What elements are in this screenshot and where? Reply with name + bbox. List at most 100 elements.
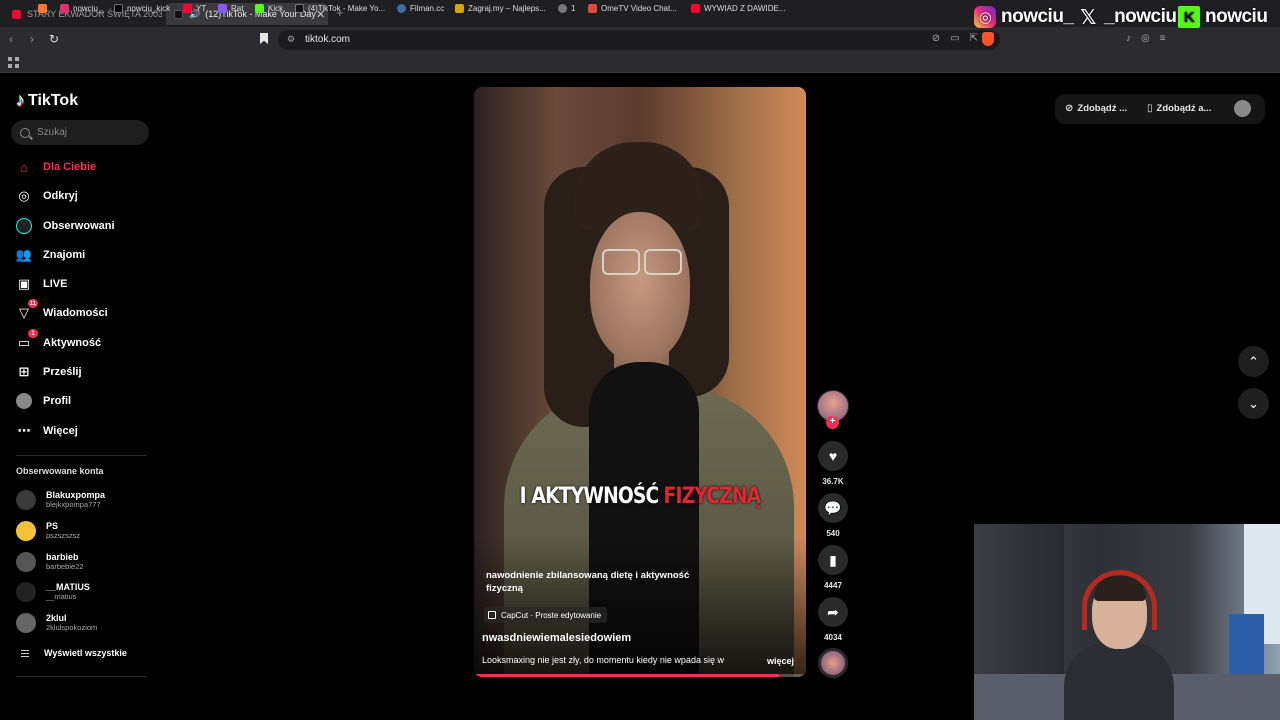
bookmark-page-icon[interactable]	[260, 33, 268, 44]
nav-profile[interactable]: Profil	[16, 390, 156, 412]
bookmark-item[interactable]: OmeTV Video Chat...	[588, 4, 677, 13]
sound-disc[interactable]	[818, 648, 848, 678]
live-icon: ▣	[17, 276, 31, 291]
apps-grid-icon[interactable]	[8, 57, 19, 68]
url-bar[interactable]: ⚙ tiktok.com ⊘▭⇱	[278, 30, 1000, 50]
comment-button[interactable]: 💬 540	[817, 493, 849, 538]
bookmark-item[interactable]: YT	[183, 4, 206, 13]
x-icon	[114, 4, 123, 13]
avatar	[16, 613, 36, 633]
bookmark-item[interactable]: Filman.cc	[397, 4, 444, 13]
bookmark-label: YT	[196, 4, 207, 13]
get-coins-button[interactable]: ⊘ Zdobądź ...	[1065, 103, 1127, 114]
nav-label: Obserwowani	[43, 220, 115, 232]
bookmark-item[interactable]: nowciu_	[60, 4, 102, 13]
video-sticker-text: nawodnienie zbilansowaną dietę i aktywno…	[486, 570, 690, 594]
bookmark-item[interactable]	[38, 4, 51, 13]
followed-account[interactable]: 2klul 2klulspokoziom	[16, 613, 97, 633]
search-icon	[20, 127, 30, 138]
phone-icon: ▯	[1147, 103, 1153, 114]
forward-icon[interactable]: ›	[30, 32, 34, 46]
capcut-tag[interactable]: CapCut · Proste edytowanie	[484, 607, 608, 623]
site-info-icon[interactable]: ⚙	[287, 34, 295, 45]
nav-label: Aktywność	[43, 337, 102, 349]
previous-video-button[interactable]: ⌃	[1238, 346, 1269, 377]
video-overlay-caption: I AKTYWNOŚĆ FIZYCZNĄ	[499, 484, 781, 509]
brave-shields-icon[interactable]	[982, 32, 994, 46]
nav-upload[interactable]: ⊞ Prześlij	[16, 361, 156, 383]
nav-friends[interactable]: 👥 Znajomi	[16, 244, 156, 266]
next-video-button[interactable]: ⌄	[1238, 388, 1269, 419]
followed-account[interactable]: Blakuxpompa blejkxpompa777	[16, 490, 105, 510]
search-input[interactable]	[37, 127, 137, 138]
video-progress-bar[interactable]	[474, 674, 806, 677]
overlay-handle: nowciu_	[1001, 6, 1074, 27]
back-icon[interactable]: ‹	[9, 32, 13, 46]
omnibox-tools-icon[interactable]: ⊘▭⇱	[932, 33, 988, 44]
tiktok-icon	[295, 4, 304, 13]
reload-icon[interactable]: ↻	[49, 32, 59, 46]
nav-more[interactable]: ⋯ Więcej	[16, 420, 156, 442]
nav-for-you[interactable]: ⌂ Dla Ciebie	[16, 156, 156, 178]
bookmark-item[interactable]: 1	[558, 4, 575, 13]
youtube-favicon-icon	[12, 9, 21, 19]
bookmark-label: Rat	[231, 4, 244, 13]
bookmark-label: Zagraj.my – Najleps...	[468, 4, 546, 13]
video-author[interactable]: nwasdniewiemalesiedowiem	[482, 632, 631, 644]
more-icon: ⋯	[17, 423, 31, 438]
chevron-up-icon: ⌃	[1248, 353, 1259, 369]
share-icon: ➦	[818, 597, 848, 627]
followed-account[interactable]: barbieb barbebie22	[16, 552, 84, 572]
user-avatar[interactable]	[1234, 100, 1251, 117]
nav-activity[interactable]: ▭ 1 Aktywność	[16, 329, 156, 354]
bookmark-item[interactable]: WYWIAD Z DAWIDE...	[691, 4, 785, 13]
video-frame-shape	[602, 249, 682, 275]
tiktok-note-icon: ♪	[16, 90, 25, 110]
account-handle: 2klulspokoziom	[46, 622, 98, 632]
followed-account[interactable]: PS pszszszsz	[16, 521, 80, 541]
bookmark-item[interactable]: Kick	[255, 4, 283, 13]
share-button[interactable]: ➦ 4034	[817, 597, 849, 642]
coin-icon: ⊘	[1065, 103, 1074, 114]
get-app-button[interactable]: ▯ Zdobądź a...	[1147, 103, 1211, 114]
show-all-button[interactable]: Wyświetl wszystkie	[21, 648, 127, 658]
avatar	[16, 490, 36, 510]
home-icon: ⌂	[20, 159, 28, 175]
streamer	[1064, 564, 1174, 720]
share-count: 4034	[824, 633, 842, 642]
like-button[interactable]: ♥ 36.7K	[817, 441, 849, 486]
url-text[interactable]: tiktok.com	[305, 34, 350, 45]
follow-plus-icon[interactable]: +	[826, 416, 839, 429]
nav-label: Wiadomości	[43, 307, 108, 319]
tiktok-logo[interactable]: ♪ TikTok	[16, 90, 78, 111]
save-button[interactable]: ▮ 4447	[817, 545, 849, 590]
nav-live[interactable]: ▣ LIVE	[16, 273, 156, 295]
overlay-instagram: ◎ nowciu_	[974, 6, 1074, 28]
instagram-icon: ◎	[974, 6, 996, 28]
logo-text: TikTok	[28, 91, 79, 109]
bookmark-item[interactable]: nowciu_kick	[114, 4, 170, 13]
bookmark-label: nowciu_	[73, 4, 103, 13]
bookmark-favicon-icon	[38, 4, 47, 13]
nav-following[interactable]: Obserwowani	[16, 215, 156, 237]
bookmark-item[interactable]: Zagraj.my – Najleps...	[455, 4, 546, 13]
avatar	[16, 552, 36, 572]
bookmark-item[interactable]: (4)TikTok - Make Yo...	[295, 4, 385, 13]
followed-account[interactable]: __MATIUS __matius	[16, 582, 90, 602]
nav-messages[interactable]: ▽ 11 Wiadomości	[16, 299, 156, 324]
nav-label: Znajomi	[43, 249, 86, 261]
nav-explore[interactable]: ◎ Odkryj	[16, 185, 156, 207]
extensions-icon[interactable]: ♪◎≡	[1126, 33, 1176, 44]
more-button[interactable]: więcej	[767, 656, 794, 666]
bookmark-item[interactable]: Rat	[218, 4, 243, 13]
link-icon	[558, 4, 567, 13]
headphones-icon	[1082, 570, 1157, 630]
avatar	[16, 521, 36, 541]
caption-white: I AKTYWNOŚĆ	[519, 484, 660, 509]
video-player[interactable]: I AKTYWNOŚĆ FIZYCZNĄ nawodnienie zbilanso…	[474, 87, 806, 677]
nav-label: Prześlij	[43, 366, 82, 378]
bookmark-label: 1	[571, 4, 576, 13]
search-box[interactable]	[11, 120, 149, 145]
filman-icon	[397, 4, 406, 13]
ometv-icon	[588, 4, 597, 13]
